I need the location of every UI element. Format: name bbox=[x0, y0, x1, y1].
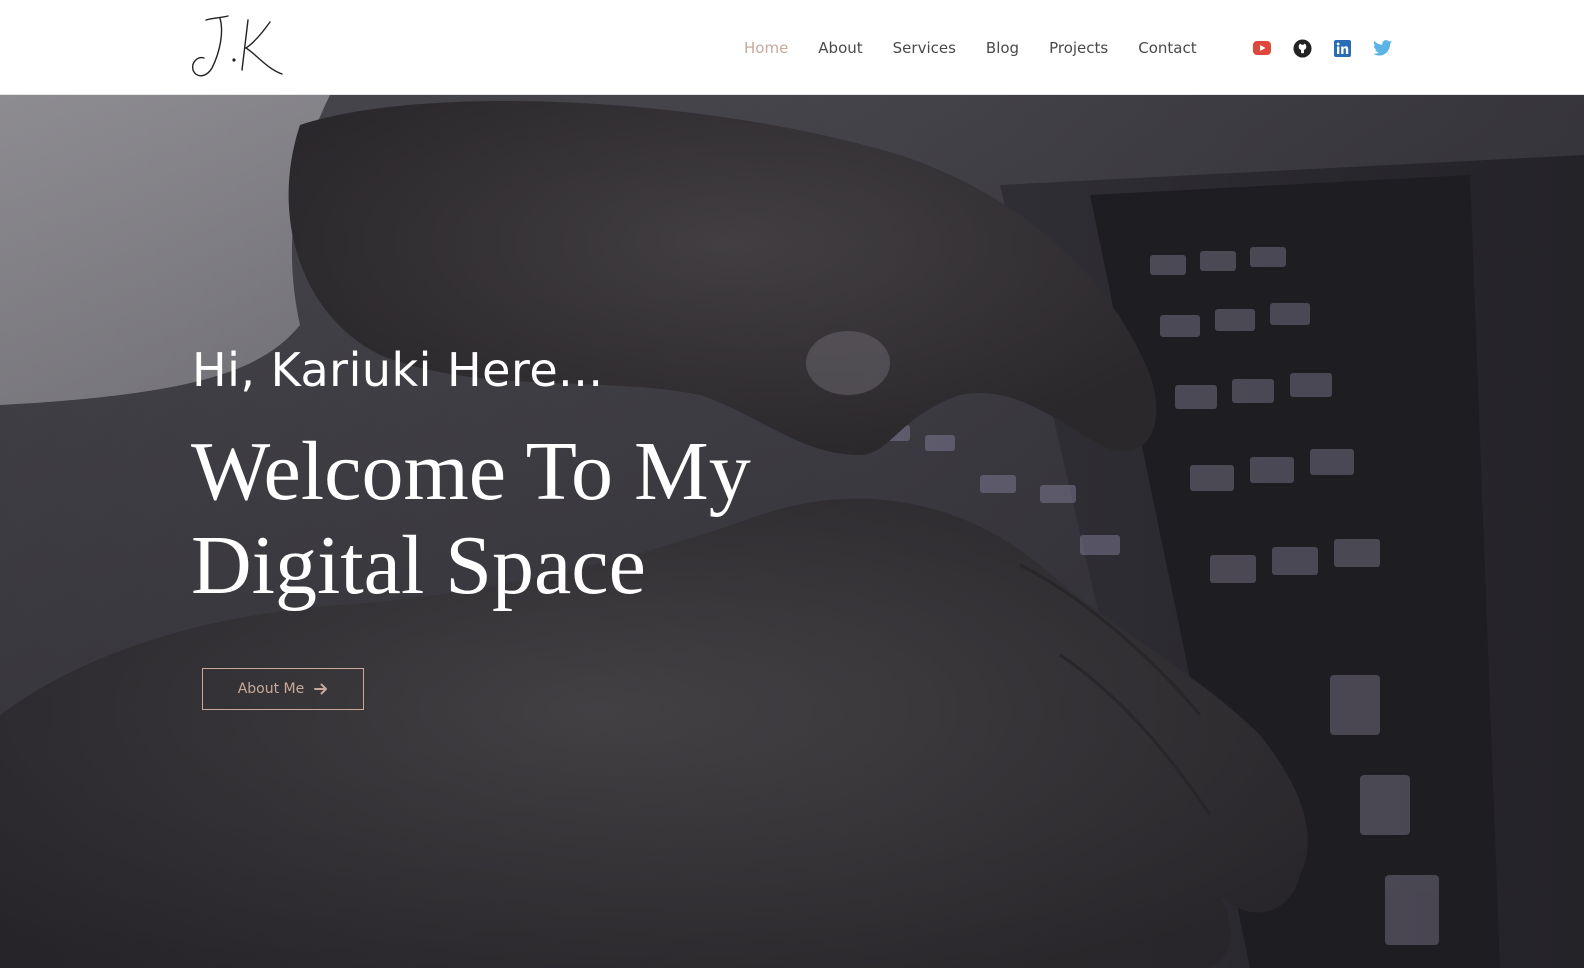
social-links bbox=[1252, 38, 1392, 58]
jk-signature-logo[interactable] bbox=[190, 12, 286, 82]
site-header: Home About Services Blog Projects Contac… bbox=[0, 0, 1584, 95]
hero-headline-line-2: Digital Space bbox=[191, 519, 646, 612]
hero-section: Hi, Kariuki Here... Welcome To My Digita… bbox=[0, 95, 1584, 968]
github-icon[interactable] bbox=[1292, 38, 1312, 58]
nav-contact[interactable]: Contact bbox=[1138, 39, 1196, 57]
hero-headline: Welcome To My Digital Space bbox=[191, 425, 911, 613]
nav-services[interactable]: Services bbox=[893, 39, 956, 57]
youtube-icon[interactable] bbox=[1252, 38, 1272, 58]
hero-headline-line-1: Welcome To My bbox=[191, 425, 751, 518]
nav-home[interactable]: Home bbox=[744, 39, 788, 57]
main-nav: Home About Services Blog Projects Contac… bbox=[744, 33, 1197, 63]
hero-greeting: Hi, Kariuki Here... bbox=[192, 343, 604, 397]
nav-projects[interactable]: Projects bbox=[1049, 39, 1108, 57]
linkedin-icon[interactable] bbox=[1332, 38, 1352, 58]
twitter-icon[interactable] bbox=[1372, 38, 1392, 58]
arrow-right-icon bbox=[314, 683, 328, 695]
about-me-button[interactable]: About Me bbox=[202, 668, 364, 710]
nav-about[interactable]: About bbox=[818, 39, 862, 57]
about-me-button-label: About Me bbox=[237, 681, 305, 697]
nav-blog[interactable]: Blog bbox=[986, 39, 1019, 57]
